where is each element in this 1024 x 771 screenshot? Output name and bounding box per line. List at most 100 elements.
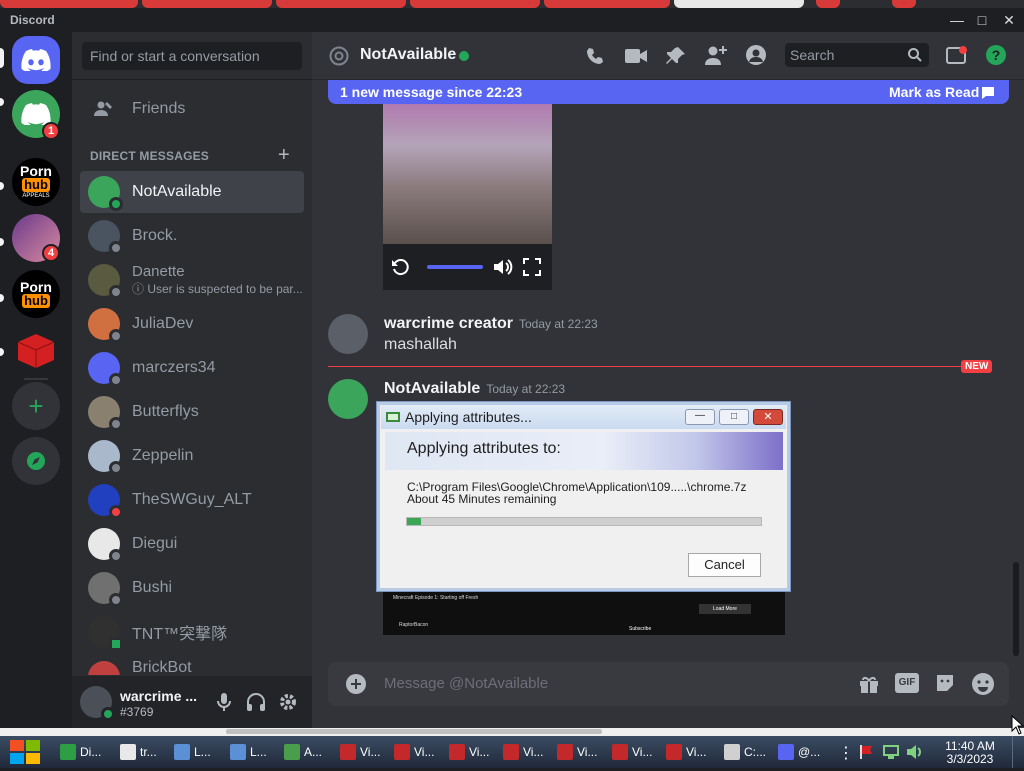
message-input[interactable]: Message @NotAvailable (384, 675, 548, 692)
replay-icon[interactable] (391, 258, 409, 276)
server-roblox[interactable] (12, 326, 60, 374)
mark-as-read-button[interactable]: Mark as Read (889, 84, 979, 100)
help-icon[interactable]: ? (985, 44, 1007, 66)
taskbar-item[interactable]: L... (226, 739, 276, 765)
upload-plus-icon[interactable] (346, 674, 366, 694)
search-input[interactable]: Search (785, 43, 929, 67)
video-embed[interactable] (383, 104, 552, 290)
add-server-button[interactable]: + (12, 382, 60, 430)
network-icon[interactable] (882, 744, 900, 760)
file-path-label: C:\Program Files\Google\Chrome\Applicati… (407, 480, 747, 506)
dm-item[interactable]: Brock. (80, 215, 304, 257)
home-button[interactable] (12, 36, 60, 84)
headphones-icon[interactable] (246, 692, 266, 712)
taskbar-item[interactable]: @... (774, 739, 824, 765)
maximize-button[interactable]: □ (971, 10, 993, 30)
taskbar-item[interactable]: Vi... (608, 739, 658, 765)
avatar (88, 440, 123, 475)
taskbar-item[interactable]: C:... (720, 739, 770, 765)
taskbar-item[interactable]: L... (170, 739, 220, 765)
dm-item[interactable]: TheSWGuy_ALT (80, 479, 304, 521)
avatar[interactable] (328, 314, 368, 354)
avatar (88, 484, 123, 519)
dm-item[interactable]: JuliaDev (80, 303, 304, 345)
horizontal-scrollbar[interactable] (0, 728, 1024, 736)
dialog-maximize-button[interactable]: □ (719, 409, 749, 425)
gift-icon[interactable] (858, 673, 880, 695)
server-pornhub[interactable]: Porn hub (12, 270, 60, 318)
flag-icon[interactable] (858, 744, 874, 760)
server-rail: 1 Porn hub APPEALS 4 Porn hub + (0, 32, 72, 728)
pinned-messages-icon[interactable] (665, 45, 687, 67)
voice-call-icon[interactable] (584, 45, 606, 67)
show-desktop-button[interactable] (1012, 736, 1024, 768)
gif-picker-button[interactable]: GIF (895, 673, 919, 693)
discord-green-avatar-icon (21, 103, 51, 125)
taskbar-app-icon (120, 744, 136, 760)
taskbar-item[interactable]: Di... (56, 739, 106, 765)
dm-item[interactable]: TNT™突撃隊 (80, 611, 304, 653)
dm-item[interactable]: marczers34 (80, 347, 304, 389)
volume-slider[interactable] (427, 265, 483, 269)
archive-app-icon (386, 412, 400, 422)
taskbar-app-icon (174, 744, 190, 760)
show-hidden-icons-button[interactable]: ⋮ (838, 743, 854, 763)
video-call-icon[interactable] (624, 47, 648, 65)
selected-pill (0, 48, 4, 68)
at-sign-icon (329, 46, 349, 66)
taskbar-item[interactable]: Vi... (336, 739, 386, 765)
volume-icon[interactable] (493, 258, 513, 276)
taskbar-item[interactable]: Vi... (553, 739, 603, 765)
dm-item[interactable]: Diegui (80, 523, 304, 565)
avatar[interactable] (328, 379, 368, 419)
message-author[interactable]: warcrime creator (384, 315, 513, 332)
friends-nav-item[interactable]: Friends (80, 88, 304, 130)
avatar[interactable] (80, 686, 115, 721)
close-button[interactable]: ✕ (998, 10, 1020, 30)
dm-item[interactable]: Danette ⓘ User is suspected to be par... (80, 259, 304, 301)
taskbar-item[interactable]: Vi... (390, 739, 440, 765)
search-icon (908, 48, 922, 62)
taskbar-item[interactable]: A... (280, 739, 330, 765)
dialog-heading: Applying attributes to: (385, 432, 783, 470)
clock[interactable]: 11:40 AM 3/3/2023 (935, 740, 1005, 766)
dm-item[interactable]: BrickBot (80, 655, 304, 675)
dialog-close-button[interactable]: ✕ (753, 409, 783, 425)
dm-item[interactable]: Zeppelin (80, 435, 304, 477)
dm-item[interactable]: Bushi (80, 567, 304, 609)
dialog-minimize-button[interactable]: — (685, 409, 715, 425)
add-friends-to-dm-icon[interactable] (704, 44, 728, 66)
inbox-icon[interactable] (945, 45, 967, 67)
dm-item[interactable]: NotAvailable (80, 171, 304, 213)
scrollbar[interactable] (1013, 562, 1019, 656)
dm-item[interactable]: Butterflys (80, 391, 304, 433)
friends-icon (94, 101, 112, 116)
cancel-button[interactable]: Cancel (688, 553, 761, 577)
message-author[interactable]: NotAvailable (384, 380, 480, 397)
explore-servers-button[interactable] (12, 437, 60, 485)
new-messages-banner[interactable]: 1 new message since 22:23 Mark as Read (328, 80, 1009, 104)
fullscreen-icon[interactable] (523, 258, 541, 276)
emoji-icon[interactable] (971, 672, 995, 696)
sticker-icon[interactable] (934, 672, 956, 694)
user-profile-icon[interactable] (745, 44, 767, 66)
microphone-icon[interactable] (216, 692, 232, 712)
find-conversation-button[interactable]: Find or start a conversation (82, 42, 302, 70)
create-dm-button[interactable]: + (278, 144, 290, 167)
taskbar-item[interactable]: Vi... (662, 739, 712, 765)
taskbar-item[interactable]: Vi... (445, 739, 495, 765)
taskbar-app-icon (449, 744, 465, 760)
message-header: NotAvailable Today at 22:23 (384, 380, 565, 398)
taskbar-item-label: Vi... (523, 745, 544, 759)
taskbar-item-label: L... (250, 745, 267, 759)
minimize-button[interactable]: — (946, 10, 968, 30)
taskbar-item[interactable]: Vi... (499, 739, 549, 765)
settings-gear-icon[interactable] (278, 692, 298, 712)
dialog-title-bar[interactable]: Applying attributes... — □ ✕ (381, 405, 786, 429)
avatar (88, 176, 123, 211)
volume-tray-icon[interactable] (906, 744, 924, 760)
taskbar-item[interactable]: tr... (116, 739, 166, 765)
start-button[interactable] (8, 738, 44, 766)
server-pornhub-appeals[interactable]: Porn hub APPEALS (12, 158, 60, 206)
image-attachment[interactable]: Minecraft Episode 1: Starting off Fresh … (383, 592, 785, 635)
